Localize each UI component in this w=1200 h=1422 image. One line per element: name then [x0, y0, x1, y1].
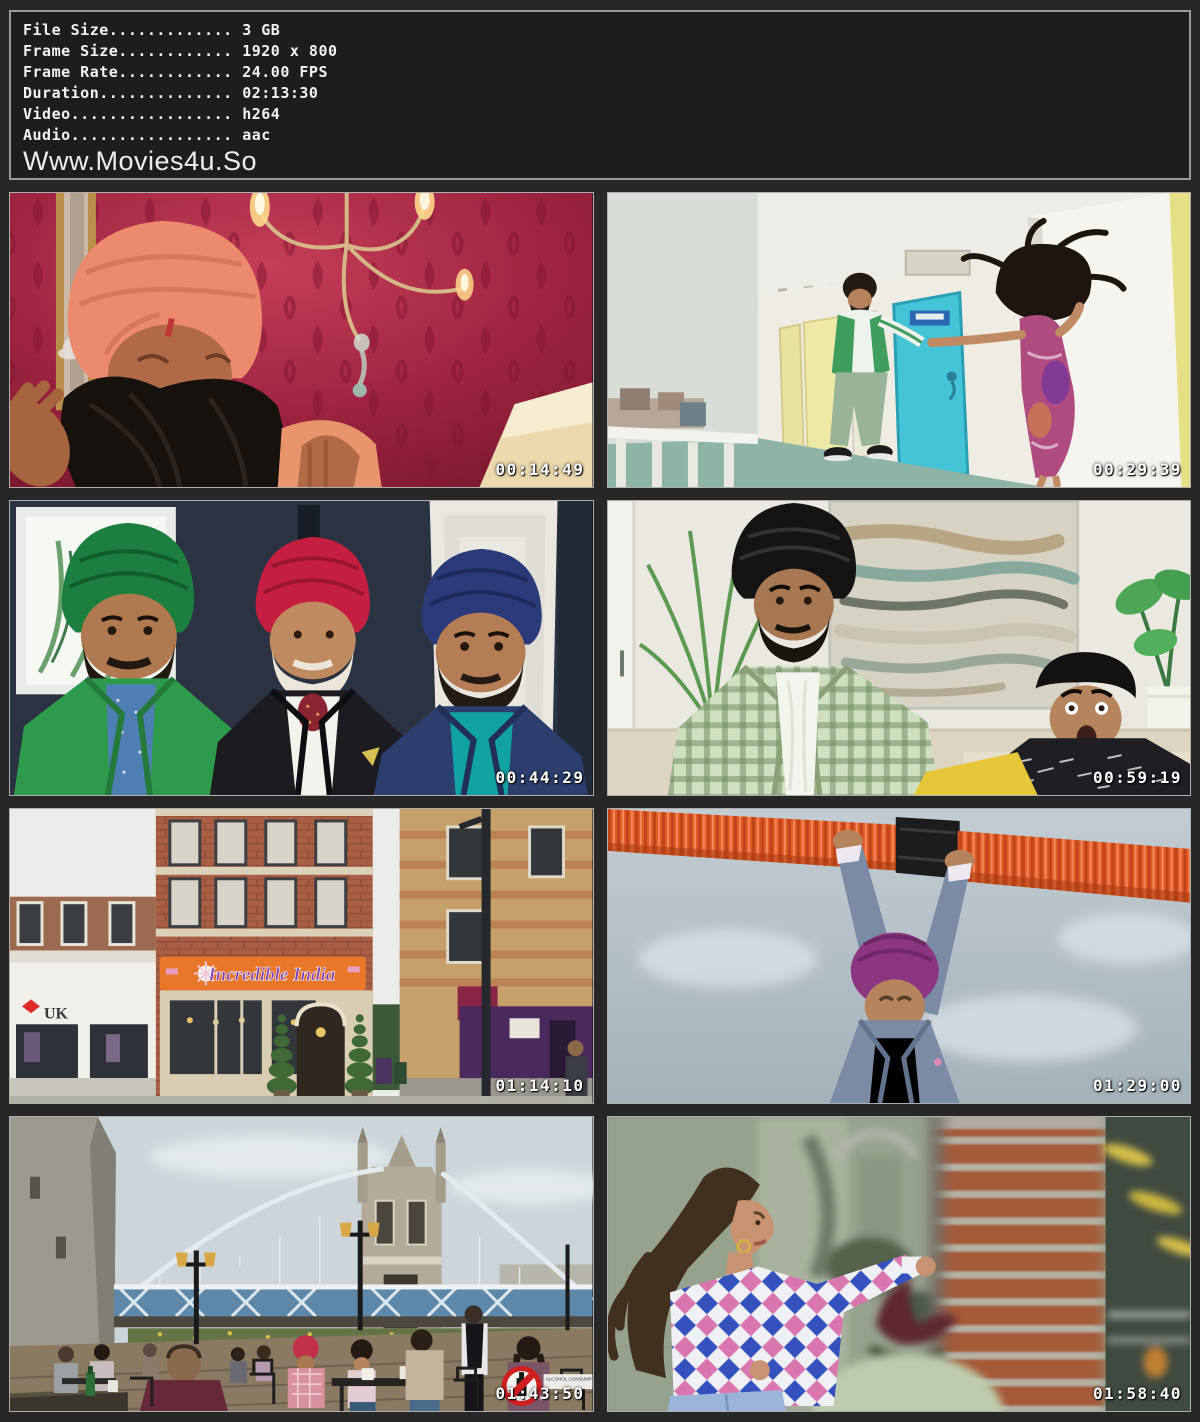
screenshot-thumbnail-8: 01:58:40 — [607, 1116, 1192, 1412]
shop-window — [1100, 1117, 1190, 1411]
timestamp-overlay: 01:58:40 — [1093, 1384, 1182, 1403]
timestamp-overlay: 00:59:19 — [1093, 768, 1182, 787]
media-info-line: Frame Rate............ 24.00 FPS — [23, 62, 1179, 83]
media-info-panel: File Size............. 3 GBFrame Size...… — [9, 10, 1191, 180]
scene-three-men — [10, 501, 593, 795]
scene-pipe — [608, 809, 1191, 1103]
screenshot-thumbnail-7: ALCOHOL CONSUMPTION IS INJURI 01:43:50 — [9, 1116, 594, 1412]
scene-street: UK Incredible India — [10, 809, 593, 1103]
restaurant-sign-text: Incredible India — [207, 964, 335, 985]
scene-tower-bridge: ALCOHOL CONSUMPTION IS INJURI — [10, 1117, 593, 1411]
wheelie-bin-green — [394, 1062, 407, 1084]
left-building: UK — [10, 897, 156, 1103]
timestamp-overlay: 01:43:50 — [495, 1384, 584, 1403]
watermark: Www.Movies4u.So — [23, 147, 1179, 176]
bank-sign-text: UK — [44, 1005, 69, 1022]
media-info-line: Audio................. aac — [23, 125, 1179, 146]
media-info-sheet: File Size............. 3 GBFrame Size...… — [0, 0, 1200, 1422]
media-info-list: File Size............. 3 GBFrame Size...… — [23, 20, 1179, 146]
media-info-line: Frame Size............ 1920 x 800 — [23, 41, 1179, 62]
screenshot-thumbnail-6: 01:29:00 — [607, 808, 1192, 1104]
media-info-line: File Size............. 3 GB — [23, 20, 1179, 41]
scene-sofa — [608, 501, 1191, 795]
screenshot-thumbnail-1: 00:14:49 — [9, 192, 594, 488]
bridge-deck — [114, 1284, 593, 1327]
scene-red-room — [10, 193, 593, 487]
scene-promenade — [608, 193, 1191, 487]
timestamp-overlay: 00:44:29 — [495, 768, 584, 787]
table-group-center — [288, 1329, 444, 1411]
right-building — [376, 809, 593, 1103]
timestamp-overlay: 01:29:00 — [1093, 1076, 1182, 1095]
scene-motion-blur — [608, 1117, 1191, 1411]
timestamp-overlay: 00:14:49 — [495, 460, 584, 479]
screenshot-thumbnail-2: 00:29:39 — [607, 192, 1192, 488]
screenshot-grid: 00:14:49 — [9, 192, 1191, 1412]
media-info-line: Video................. h264 — [23, 104, 1179, 125]
timestamp-overlay: 01:14:10 — [495, 1076, 584, 1095]
screenshot-thumbnail-4: 00:59:19 — [607, 500, 1192, 796]
media-info-line: Duration.............. 02:13:30 — [23, 83, 1179, 104]
screenshot-thumbnail-3: 00:44:29 — [9, 500, 594, 796]
center-building: Incredible India — [156, 809, 375, 1100]
screenshot-thumbnail-5: UK Incredible India — [9, 808, 594, 1104]
street-lamp-pole — [482, 809, 491, 1103]
wheelie-bin-purple — [376, 1058, 392, 1084]
warning-label-text: ALCOHOL CONSUMPTION IS INJURI — [546, 1377, 593, 1382]
timestamp-overlay: 00:29:39 — [1093, 460, 1182, 479]
